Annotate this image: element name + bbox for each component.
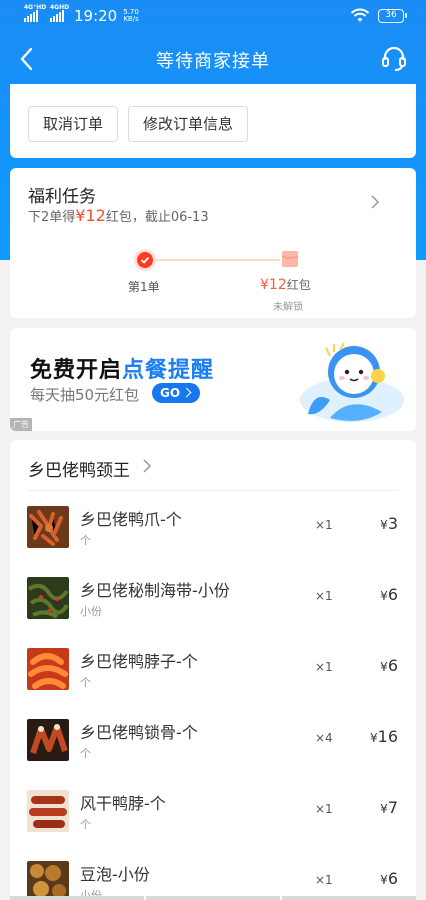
- item-price: ¥6: [380, 585, 398, 604]
- status-time: 19:20: [74, 7, 118, 25]
- reward-label: ¥12红包: [260, 276, 311, 293]
- banner-title: 免费开启点餐提醒: [30, 352, 214, 384]
- step1-label: 第1单: [128, 280, 160, 294]
- reward-unit: 红包: [286, 278, 311, 292]
- item-price-value: 6: [387, 656, 398, 675]
- currency-symbol: ¥: [380, 518, 388, 532]
- order-item: 乡巴佬秘制海带-小份 小份 ×1 ¥6: [10, 577, 416, 648]
- item-spec: 小份: [80, 605, 102, 618]
- item-spec: 个: [80, 818, 91, 831]
- item-quantity: ×1: [315, 518, 333, 532]
- currency-symbol: ¥: [380, 589, 388, 603]
- order-item: 豆泡-小份 小份 ×1 ¥6: [10, 861, 416, 900]
- welfare-subtitle-suffix: 红包，截止06-13: [105, 210, 209, 225]
- network-label-1: 4G⁺HD: [24, 4, 47, 11]
- network-label-2: 4GHD: [50, 4, 70, 11]
- item-price-value: 7: [387, 798, 398, 817]
- ad-tag: 广告: [10, 418, 32, 431]
- banner-title-highlight: 点餐提醒: [122, 358, 215, 383]
- item-spec: 个: [80, 747, 91, 760]
- page-title: 等待商家接单: [156, 51, 270, 72]
- shop-order-card: 乡巴佬鸭颈王 乡巴佬鸭爪-个 个 ×1 ¥3 乡巴佬秘制海带-小份 小份 ×1 …: [10, 440, 416, 900]
- order-item: 乡巴佬鸭锁骨-个 个 ×4 ¥16: [10, 719, 416, 790]
- chevron-right-icon[interactable]: [370, 194, 380, 210]
- item-image: [27, 790, 69, 832]
- item-quantity: ×1: [315, 589, 333, 603]
- item-quantity: ×4: [315, 731, 333, 745]
- welfare-subtitle-amount: ¥12: [75, 206, 106, 225]
- item-image: [27, 719, 69, 761]
- item-image: [27, 861, 69, 900]
- item-name: 风干鸭脖-个: [80, 794, 166, 813]
- wifi-icon: [350, 8, 370, 22]
- status-right: 36: [350, 8, 407, 24]
- check-icon: [137, 252, 153, 268]
- order-item: 乡巴佬鸭脖子-个 个 ×1 ¥6: [10, 648, 416, 719]
- item-image: [27, 506, 69, 548]
- red-packet-icon: [281, 251, 299, 267]
- battery-level: 36: [385, 10, 397, 20]
- divider: [28, 490, 398, 491]
- go-button[interactable]: GO: [152, 383, 200, 403]
- item-spec: 个: [80, 676, 91, 689]
- welfare-subtitle-prefix: 下2单得: [28, 210, 76, 225]
- item-price-value: 6: [387, 869, 398, 888]
- modify-order-button[interactable]: 修改订单信息: [128, 106, 248, 142]
- bottom-edge-bars: [10, 896, 416, 900]
- item-price: ¥3: [380, 514, 398, 533]
- banner-subtitle: 每天抽50元红包: [30, 386, 140, 404]
- reward-amount: ¥12: [260, 277, 287, 293]
- item-spec: 个: [80, 534, 91, 547]
- network-speed-unit: KB/s: [123, 15, 139, 23]
- item-name: 乡巴佬鸭锁骨-个: [80, 723, 198, 742]
- banner-title-prefix: 免费开启: [30, 358, 123, 383]
- signal-icon: 4GHD: [50, 4, 69, 22]
- welfare-subtitle: 下2单得¥12红包，截止06-13: [28, 206, 209, 225]
- item-price-value: 16: [377, 727, 398, 746]
- item-price: ¥7: [380, 798, 398, 817]
- promo-banner[interactable]: 免费开启点餐提醒 每天抽50元红包 GO 广告: [10, 328, 416, 431]
- currency-symbol: ¥: [370, 731, 378, 745]
- order-item: 风干鸭脖-个 个 ×1 ¥7: [10, 790, 416, 861]
- reward-status: 未解锁: [273, 302, 303, 313]
- currency-symbol: ¥: [380, 873, 388, 887]
- welfare-title: 福利任务: [28, 187, 96, 207]
- currency-symbol: ¥: [380, 802, 388, 816]
- shop-name[interactable]: 乡巴佬鸭颈王: [28, 456, 130, 481]
- task-progress-line: [154, 259, 280, 261]
- network-speed: 5.70 KB/s: [123, 9, 139, 23]
- item-price: ¥16: [370, 727, 398, 746]
- signal-icon: 4G⁺HD: [24, 4, 46, 22]
- order-item: 乡巴佬鸭爪-个 个 ×1 ¥3: [10, 506, 416, 577]
- battery-icon: 36: [378, 9, 407, 23]
- welfare-task-card[interactable]: 福利任务 下2单得¥12红包，截止06-13 第1单 ¥12红包 未解锁: [10, 168, 416, 318]
- mascot-illustration: [300, 342, 404, 422]
- item-price-value: 6: [387, 585, 398, 604]
- status-bar: 4G⁺HD 4GHD 19:20 5.70 KB/s 36: [0, 0, 426, 34]
- item-name: 豆泡-小份: [80, 865, 150, 884]
- item-price: ¥6: [380, 869, 398, 888]
- headset-icon[interactable]: [380, 44, 408, 72]
- status-left: 4G⁺HD 4GHD 19:20 5.70 KB/s: [24, 4, 139, 25]
- item-quantity: ×1: [315, 802, 333, 816]
- item-image: [27, 577, 69, 619]
- item-price-value: 3: [387, 514, 398, 533]
- item-quantity: ×1: [315, 660, 333, 674]
- item-name: 乡巴佬鸭脖子-个: [80, 652, 198, 671]
- item-quantity: ×1: [315, 873, 333, 887]
- item-price: ¥6: [380, 656, 398, 675]
- currency-symbol: ¥: [380, 660, 388, 674]
- item-image: [27, 648, 69, 690]
- order-actions-card: 取消订单 修改订单信息: [10, 84, 416, 158]
- item-name: 乡巴佬秘制海带-小份: [80, 581, 230, 600]
- cancel-order-button[interactable]: 取消订单: [28, 106, 118, 142]
- item-name: 乡巴佬鸭爪-个: [80, 510, 182, 529]
- nav-bar: 等待商家接单: [0, 34, 426, 84]
- chevron-right-icon[interactable]: [142, 459, 152, 473]
